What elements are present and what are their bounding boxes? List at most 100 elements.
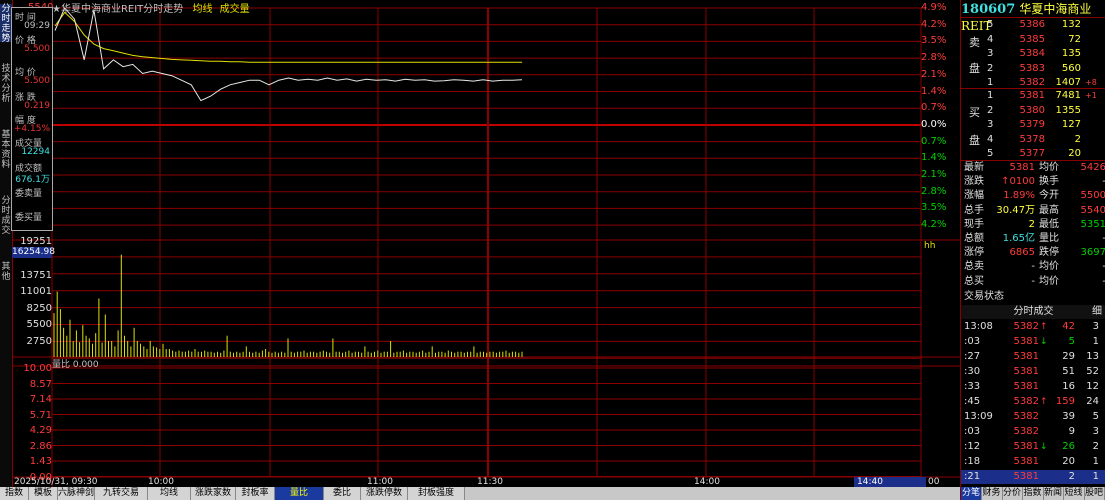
price-line bbox=[54, 6, 523, 102]
stat-label: 总买 bbox=[964, 275, 984, 287]
stat-value: 5351 bbox=[1080, 218, 1105, 230]
tick-price: 5381 bbox=[1013, 471, 1039, 482]
avg-price-line bbox=[54, 11, 522, 63]
order-row[interactable]: 3 5379 127 bbox=[961, 118, 1105, 132]
order-row[interactable]: 3 5384 135 bbox=[961, 47, 1105, 61]
tick-row[interactable]: 13:09 5382 39 5 bbox=[961, 410, 1105, 424]
right-bottom-tab[interactable]: 财务 bbox=[982, 487, 1003, 500]
order-row[interactable]: 5 5377 20 bbox=[961, 147, 1105, 161]
stat-label: 涨跌 bbox=[964, 176, 984, 188]
vtab-other[interactable]: 其他 bbox=[0, 262, 12, 284]
order-row[interactable]: 5 5386 132 bbox=[961, 18, 1105, 32]
stat-value: 3697 bbox=[1080, 247, 1105, 259]
popup-amp-value: +4.15% bbox=[13, 124, 50, 134]
bottom-tab[interactable]: 均线 bbox=[148, 487, 191, 500]
right-bottom-tab[interactable]: 指数 bbox=[1023, 487, 1044, 500]
order-price: 5380 bbox=[1019, 104, 1045, 116]
stat-label: 均价 bbox=[1039, 275, 1059, 287]
bottom-tab[interactable]: 量比 bbox=[275, 487, 324, 500]
stat-row: 最新 5381 均价 5426 bbox=[961, 161, 1105, 175]
tick-row[interactable]: :03 5381 ↓ 5 1 bbox=[961, 335, 1105, 349]
bottom-tab[interactable]: 委比 bbox=[324, 487, 361, 500]
stat-label: 最高 bbox=[1039, 204, 1059, 216]
tick-time: :30 bbox=[964, 366, 981, 377]
right-bottom-tab[interactable]: 股吧 bbox=[1084, 487, 1105, 500]
order-volume: 560 bbox=[1061, 62, 1081, 74]
tick-price: 5381 bbox=[1013, 366, 1039, 377]
stat-value: - bbox=[1031, 261, 1035, 273]
bottom-tab[interactable]: 封板强度 bbox=[408, 487, 465, 500]
order-price: 5384 bbox=[1019, 48, 1045, 59]
tick-row[interactable]: :18 5381 20 1 bbox=[961, 455, 1105, 469]
right-bottom-tab[interactable]: 短线 bbox=[1064, 487, 1085, 500]
tick-count: 1 bbox=[1092, 471, 1099, 482]
tick-row[interactable]: :33 5381 16 12 bbox=[961, 380, 1105, 394]
tick-time: :33 bbox=[964, 381, 981, 392]
stat-label: 涨幅 bbox=[964, 190, 984, 202]
pct-axis-label: 2.8% bbox=[921, 185, 947, 197]
stat-value: ↑0100 bbox=[1001, 176, 1035, 188]
tick-time: :45 bbox=[964, 396, 981, 407]
bottom-tab[interactable]: 封板率 bbox=[236, 487, 275, 500]
quote-title: 180607 华夏中海商业REIT bbox=[961, 1, 1105, 33]
pct-axis-label: 4.2% bbox=[921, 219, 947, 231]
tick-row[interactable]: :21 5381 2 1 bbox=[961, 470, 1105, 484]
tick-count: 1 bbox=[1092, 336, 1099, 347]
order-level: 2 bbox=[987, 104, 994, 116]
order-level: 4 bbox=[987, 33, 994, 45]
tick-row[interactable]: :27 5381 29 13 bbox=[961, 350, 1105, 364]
intraday-chart[interactable] bbox=[12, 0, 960, 487]
tick-row[interactable]: :03 5382 9 3 bbox=[961, 425, 1105, 439]
pct-axis-label: 0.0% bbox=[921, 118, 947, 130]
pct-axis-label: 2.8% bbox=[921, 52, 947, 64]
bottom-tab[interactable]: 指数 bbox=[0, 487, 29, 500]
stat-value: 5540 bbox=[1080, 204, 1105, 216]
tick-volume: 159 bbox=[1055, 396, 1075, 407]
stat-value: - bbox=[1065, 232, 1105, 246]
time-axis-label: 14:00 bbox=[694, 477, 720, 487]
tick-row[interactable]: :45 5382 ↑ 159 24 bbox=[961, 395, 1105, 409]
trade-status-label: 交易状态 bbox=[964, 291, 1004, 302]
right-bottom-tab[interactable]: 新闻 bbox=[1043, 487, 1064, 500]
stat-row: 涨幅 1.89% 今开 5500 bbox=[961, 189, 1105, 203]
right-bottom-tab[interactable]: 分价 bbox=[1002, 487, 1023, 500]
stat-label: 总额 bbox=[964, 233, 984, 244]
stat-value: 30.47万 bbox=[996, 204, 1035, 216]
tick-time: :18 bbox=[964, 456, 981, 467]
tick-row[interactable]: :30 5381 51 52 bbox=[961, 365, 1105, 379]
tick-volume: 39 bbox=[1062, 411, 1075, 422]
bottom-tab[interactable]: 涨跌停数 bbox=[361, 487, 408, 500]
order-row[interactable]: 4 5385 72 bbox=[961, 33, 1105, 47]
order-price: 5383 bbox=[1019, 62, 1045, 74]
stat-label: 量比 bbox=[1039, 233, 1059, 244]
info-popup: 时 间 09:29 价 格 5.500 均 价 5.500 涨 跌 0.219 … bbox=[11, 7, 53, 231]
ratio-axis-label: 10.00 bbox=[23, 363, 52, 374]
order-volume: 20 bbox=[1068, 148, 1081, 159]
order-volume: 2 bbox=[1074, 133, 1081, 145]
tick-row[interactable]: :12 5381 ↓ 26 2 bbox=[961, 440, 1105, 454]
tick-time: 13:08 bbox=[964, 321, 993, 332]
right-bottom-tab[interactable]: 分笔 bbox=[961, 487, 982, 500]
trade-status-row: 交易状态 bbox=[964, 290, 1105, 304]
stat-value: 1.89% bbox=[1003, 190, 1035, 202]
bottom-tab[interactable]: 模板 bbox=[29, 487, 58, 500]
order-volume: 1355 bbox=[1055, 104, 1081, 116]
tick-row[interactable]: 13:08 5382 ↑ 42 3 bbox=[961, 320, 1105, 334]
bottom-tab[interactable]: 涨跌家数 bbox=[191, 487, 236, 500]
order-row[interactable]: 1 5381 7481 +1 bbox=[961, 89, 1105, 103]
ticks-detail-button[interactable]: 细 bbox=[1092, 305, 1102, 319]
order-row[interactable]: 2 5383 560 bbox=[961, 62, 1105, 76]
tick-time: :12 bbox=[964, 441, 981, 452]
bottom-tab[interactable]: 九转交易 bbox=[95, 487, 148, 500]
tick-count: 13 bbox=[1086, 351, 1099, 362]
order-row[interactable]: 2 5380 1355 bbox=[961, 104, 1105, 118]
order-level: 3 bbox=[987, 48, 994, 59]
tick-time: :03 bbox=[964, 336, 981, 347]
order-row[interactable]: 4 5378 2 bbox=[961, 133, 1105, 147]
order-level: 2 bbox=[987, 62, 994, 74]
bottom-tab[interactable]: 六脉神剑 bbox=[58, 487, 95, 500]
bottom-indicator-tabs: 指数 模板 六脉神剑 九转交易 均线 涨跌家数 封板率 量比 委比 涨跌停数 封板强度 bbox=[0, 487, 960, 500]
tick-price: 5382 bbox=[1013, 411, 1039, 422]
right-bottom-tabs: 分笔 财务 分价 指数 新闻 短线 股吧 bbox=[961, 487, 1105, 500]
stat-row: 现手 2 最低 5351 bbox=[961, 218, 1105, 232]
